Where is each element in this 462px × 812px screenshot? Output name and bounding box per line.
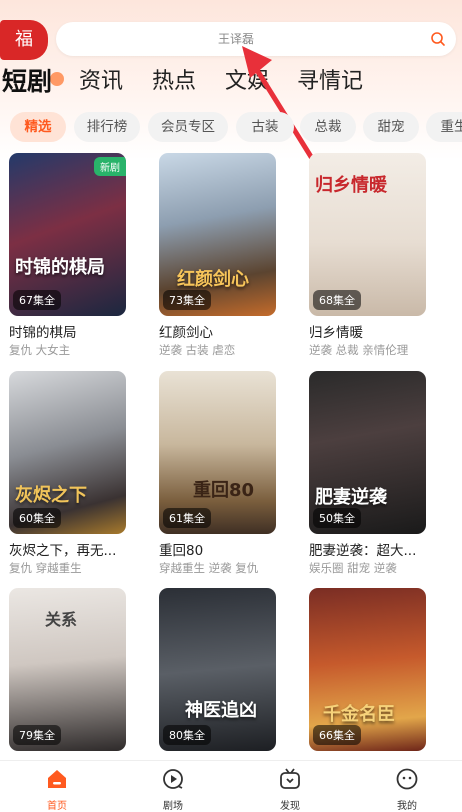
tab-short-drama[interactable]: 短剧 (2, 62, 52, 102)
top-tabs: 短剧 资讯 热点 文娱 寻情记 (0, 62, 462, 106)
category-chips: 精选 排行榜 会员专区 古装 总裁 甜宠 重生 (0, 112, 462, 142)
poster-title-text: 红颜剑心 (177, 269, 249, 290)
drama-tags: 逆袭 古装 虐恋 (159, 343, 236, 357)
chip-sweet[interactable]: 甜宠 (363, 112, 419, 142)
chip-costume[interactable]: 古装 (236, 112, 294, 142)
poster-title-text: 归乡情暖 (315, 175, 387, 196)
home-icon (48, 770, 66, 788)
nav-theater-label: 剧场 (163, 801, 183, 812)
chip-vip[interactable]: 会员专区 (148, 112, 228, 142)
nav-discover[interactable]: 发现 (250, 767, 330, 812)
drama-poster[interactable]: 肥妻逆袭 50集全 (309, 371, 426, 534)
episode-count: 67集全 (13, 290, 61, 310)
tab-entertainment[interactable]: 文娱 (225, 62, 269, 102)
drama-poster[interactable]: 关系 79集全 (9, 588, 126, 751)
nav-home[interactable]: 首页 (17, 767, 97, 812)
episode-count: 68集全 (313, 290, 361, 310)
poster-title-text: 时锦的棋局 (15, 257, 105, 278)
drama-poster[interactable]: 红颜剑心 73集全 (159, 153, 276, 316)
poster-title-text: 关系 (45, 610, 78, 629)
poster-title-text: 重回80 (193, 480, 255, 501)
chip-featured[interactable]: 精选 (10, 112, 66, 142)
poster-title-text: 神医追凶 (185, 700, 257, 721)
drama-poster[interactable]: 千金名臣 66集全 (309, 588, 426, 751)
theater-icon (163, 769, 183, 789)
chip-rebirth[interactable]: 重生 (426, 112, 462, 142)
chip-ceo[interactable]: 总裁 (300, 112, 356, 142)
search-hint: 王译磊 (217, 32, 254, 46)
new-badge: 新剧 (94, 157, 126, 176)
drama-tags: 逆袭 总裁 亲情伦理 (309, 343, 409, 357)
drama-tags: 复仇 穿越重生 (9, 561, 82, 575)
bottom-navigation: 首页 剧场 发现 我的 (0, 760, 462, 812)
drama-poster[interactable]: 灰烬之下 60集全 (9, 371, 126, 534)
drama-title[interactable]: 时锦的棋局 (9, 321, 159, 341)
discover-icon (280, 768, 300, 789)
app-logo[interactable]: 福 (0, 20, 48, 60)
drama-poster[interactable]: 神医追凶 80集全 (159, 588, 276, 751)
nav-theater[interactable]: 剧场 (133, 767, 213, 812)
episode-count: 60集全 (13, 508, 61, 528)
drama-poster[interactable]: 重回80 61集全 (159, 371, 276, 534)
poster-title-text: 千金名臣 (323, 704, 395, 725)
drama-title[interactable]: 归乡情暖 (309, 321, 459, 341)
drama-tags: 复仇 大女主 (9, 343, 71, 357)
episode-count: 80集全 (163, 725, 211, 745)
nav-discover-label: 发现 (280, 801, 300, 812)
nav-home-label: 首页 (47, 801, 67, 812)
drama-poster[interactable]: 新剧 时锦的棋局 67集全 (9, 153, 126, 316)
tab-news[interactable]: 资讯 (79, 62, 123, 102)
profile-icon (396, 768, 418, 790)
drama-title[interactable]: 红颜剑心 (159, 321, 309, 341)
drama-tags: 娱乐圈 甜宠 逆袭 (309, 561, 397, 575)
search-bar[interactable]: 王译磊 (56, 22, 456, 56)
nav-profile[interactable]: 我的 (367, 767, 447, 812)
episode-count: 79集全 (13, 725, 61, 745)
episode-count: 50集全 (313, 508, 361, 528)
drama-title[interactable]: 肥妻逆袭：超大... (309, 539, 459, 559)
drama-poster[interactable]: 归乡情暖 68集全 (309, 153, 426, 316)
nav-profile-label: 我的 (397, 801, 417, 812)
chip-ranking[interactable]: 排行榜 (74, 112, 140, 142)
search-icon[interactable] (430, 31, 446, 47)
drama-title[interactable]: 重回80 (159, 539, 309, 559)
drama-title[interactable]: 灰烬之下，再无... (9, 539, 159, 559)
tab-love-story[interactable]: 寻情记 (297, 62, 363, 102)
tab-hot[interactable]: 热点 (152, 62, 196, 102)
poster-title-text: 灰烬之下 (15, 485, 87, 506)
drama-tags: 穿越重生 逆袭 复仇 (159, 561, 259, 575)
episode-count: 61集全 (163, 508, 211, 528)
episode-count: 66集全 (313, 725, 361, 745)
episode-count: 73集全 (163, 290, 211, 310)
poster-title-text: 肥妻逆袭 (315, 487, 387, 508)
